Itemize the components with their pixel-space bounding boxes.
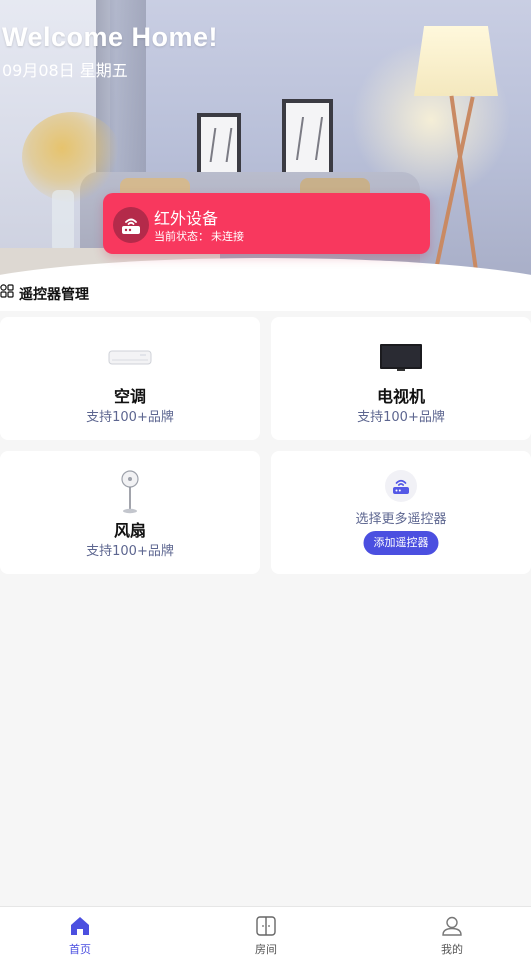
home-icon <box>71 917 89 935</box>
welcome-title: Welcome Home! <box>2 22 219 52</box>
card-title: 电视机 <box>376 387 425 406</box>
hero-floor-lamp <box>414 26 498 96</box>
bottom-nav: 首页 房间 我的 <box>0 906 531 959</box>
hero-flowers <box>22 112 122 202</box>
air-conditioner-icon <box>108 350 152 365</box>
fan-icon <box>121 470 139 514</box>
nav-label: 房间 <box>255 943 277 956</box>
welcome-date: 09月08日 星期五 <box>2 61 128 80</box>
remote-card-air-conditioner[interactable]: 空调 支持100+品牌 <box>0 317 260 440</box>
card-subtitle: 支持100+品牌 <box>86 544 174 559</box>
remote-section-header: 遥控器管理 <box>0 275 531 311</box>
status-value: 未连接 <box>211 230 244 243</box>
nav-item-home[interactable]: 首页 <box>30 907 130 959</box>
add-remote-button[interactable]: 添加遥控器 <box>363 531 439 555</box>
ir-device-title: 红外设备 <box>154 209 219 228</box>
nav-label: 我的 <box>441 943 463 956</box>
router-icon <box>113 207 149 243</box>
card-title: 空调 <box>113 387 146 406</box>
user-icon <box>442 916 462 936</box>
grid-icon <box>0 284 14 298</box>
tv-icon <box>380 344 422 371</box>
card-subtitle: 选择更多遥控器 <box>355 512 447 527</box>
hero-picture-frame-right <box>282 99 333 179</box>
remote-card-tv[interactable]: 电视机 支持100+品牌 <box>271 317 531 440</box>
nav-label: 首页 <box>69 943 91 956</box>
section-title: 遥控器管理 <box>19 287 89 303</box>
remote-card-add-more: 选择更多遥控器 添加遥控器 <box>271 451 531 574</box>
hero-picture-frame-left <box>197 113 241 177</box>
router-icon <box>385 470 417 502</box>
card-subtitle: 支持100+品牌 <box>86 410 174 425</box>
room-icon <box>256 916 276 936</box>
hero-vase <box>52 190 74 252</box>
remote-card-fan[interactable]: 风扇 支持100+品牌 <box>0 451 260 574</box>
card-subtitle: 支持100+品牌 <box>357 410 445 425</box>
ir-device-card[interactable]: 红外设备 当前状态： 未连接 <box>103 193 430 254</box>
nav-item-room[interactable]: 房间 <box>216 907 316 959</box>
ir-device-status: 当前状态： 未连接 <box>154 228 244 244</box>
nav-item-me[interactable]: 我的 <box>402 907 502 959</box>
status-label: 当前状态： <box>154 230 209 243</box>
card-title: 风扇 <box>113 521 146 540</box>
